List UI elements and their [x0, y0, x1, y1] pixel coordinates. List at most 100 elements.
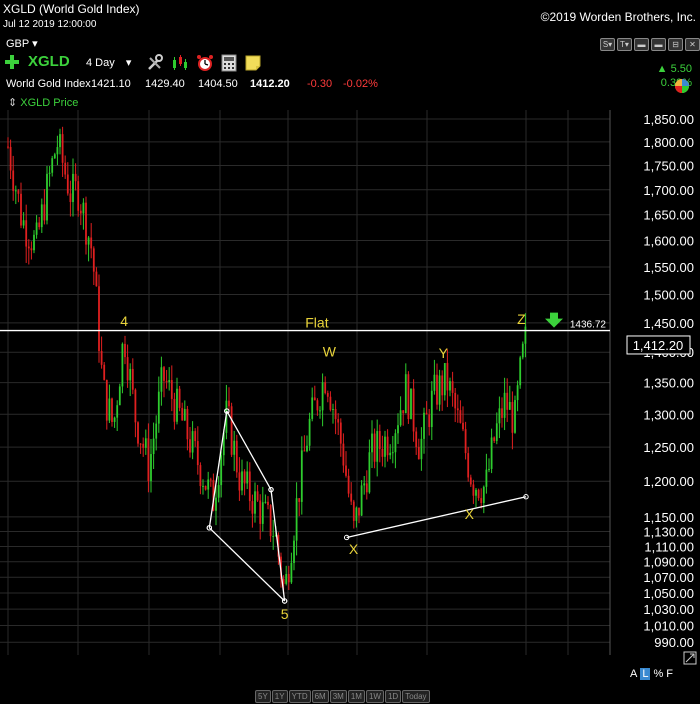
scale-fit-button[interactable]: F — [666, 668, 673, 680]
candle-body — [181, 407, 184, 421]
candle-body — [64, 162, 67, 175]
candle-body — [342, 443, 345, 466]
candle-body — [215, 497, 217, 511]
style-menu-button[interactable]: S▾ — [600, 38, 615, 51]
candle-body — [209, 479, 212, 481]
note-icon[interactable] — [244, 54, 262, 72]
candle-body — [514, 400, 516, 433]
y-tick-label: 1,090.00 — [643, 555, 694, 570]
candle-body — [498, 408, 501, 424]
candle-body — [267, 501, 269, 506]
candle-body — [204, 485, 207, 490]
calculator-icon[interactable] — [220, 54, 238, 72]
flat-label: Flat — [305, 315, 328, 331]
quote-change-pct: -0.02% — [343, 78, 378, 90]
legend-label: XGLD Price — [20, 97, 79, 109]
candle-body — [56, 147, 59, 155]
minimize-icon[interactable]: ▬ — [634, 38, 649, 51]
x-tick-label: 20 — [561, 659, 575, 660]
candle-body — [493, 437, 496, 441]
alarm-clock-icon[interactable] — [196, 54, 214, 72]
candle-body — [412, 388, 415, 432]
chevron-down-icon: ▾ — [125, 57, 132, 69]
candle-body — [12, 170, 15, 191]
y-tick-label: 1,650.00 — [643, 208, 694, 223]
y-tick-label: 1,250.00 — [643, 440, 694, 455]
candle-body — [381, 448, 384, 457]
candle-body — [220, 455, 223, 486]
series-legend[interactable]: ⇕ XGLD Price — [8, 96, 78, 109]
candle-body — [467, 453, 470, 478]
candle-body — [300, 450, 303, 502]
candle-body — [137, 422, 139, 444]
scale-auto-button[interactable]: A — [630, 668, 637, 680]
range-button-ytd[interactable]: YTD — [288, 690, 311, 703]
currency-selector[interactable]: GBP ▾ — [6, 37, 38, 50]
candle-body — [35, 222, 38, 235]
y-tick-label: 1,070.00 — [643, 570, 694, 585]
up-arrow-icon: ▲ — [656, 63, 671, 75]
close-icon[interactable]: ✕ — [685, 38, 700, 51]
range-button-6m[interactable]: 6M — [311, 690, 329, 703]
candle-body — [98, 286, 100, 351]
candle-body — [363, 483, 366, 486]
candle-body — [183, 408, 186, 421]
candle-body — [113, 417, 116, 422]
candle-body — [246, 471, 249, 484]
candle-body — [477, 489, 480, 499]
candle-body — [228, 400, 230, 407]
candle-body — [449, 381, 451, 391]
period-selector[interactable]: 4 Day ▾ — [86, 56, 131, 69]
candle-body — [488, 468, 490, 470]
candle-body — [295, 498, 298, 541]
range-button-1m[interactable]: 1M — [347, 690, 365, 703]
candle-body — [428, 414, 431, 428]
range-button-1y[interactable]: 1Y — [271, 690, 288, 703]
candle-body — [20, 193, 22, 226]
scale-percent-button[interactable]: % — [653, 668, 663, 680]
candle-body — [186, 408, 189, 440]
candle-body — [438, 375, 441, 405]
text-menu-button[interactable]: T▾ — [617, 38, 632, 51]
y-tick-label: 1,150.00 — [643, 510, 694, 525]
candle-body — [118, 386, 121, 406]
range-button-today[interactable]: Today — [402, 690, 430, 703]
add-icon[interactable] — [4, 54, 20, 70]
symbol-field[interactable]: XGLD — [28, 53, 70, 70]
candle-body — [90, 237, 93, 249]
candle-body — [69, 193, 72, 203]
quote-change: -0.30 — [307, 78, 333, 90]
candlestick-icon[interactable] — [171, 54, 189, 72]
chart-datetime: Jul 12 2019 12:00:00 — [3, 19, 97, 30]
range-button-5y[interactable]: 5Y — [255, 690, 271, 703]
expand-icon[interactable] — [683, 651, 697, 665]
candle-body — [316, 400, 319, 411]
candle-body — [451, 381, 454, 393]
candle-body — [48, 172, 51, 174]
tools-icon[interactable] — [146, 54, 164, 72]
candle-body — [373, 433, 376, 462]
range-button-3m[interactable]: 3M — [329, 690, 347, 703]
scale-log-button[interactable]: L — [640, 668, 651, 680]
range-button-1d[interactable]: 1D — [384, 690, 402, 703]
candle-body — [472, 484, 475, 496]
chart-title: XGLD (World Gold Index) — [3, 2, 140, 16]
restore-icon[interactable]: ▬ — [651, 38, 666, 51]
price-chart[interactable]: 1,850.00 1,800.00 1,750.00 1,700.00 1,650.00… — [0, 110, 700, 660]
candle-body — [350, 493, 353, 502]
candle-body — [251, 501, 254, 514]
candle-body — [100, 350, 103, 365]
candle-body — [202, 485, 204, 487]
candle-body — [441, 375, 444, 396]
maximize-icon[interactable]: ⊟ — [668, 38, 683, 51]
down-arrow-icon — [545, 312, 563, 328]
candle-body — [436, 374, 438, 405]
y-tick-label: 1,050.00 — [643, 586, 694, 601]
candle-body — [347, 475, 350, 494]
color-wheel-icon[interactable] — [674, 78, 690, 94]
candle-body — [371, 433, 373, 453]
quote-name: World Gold Index — [6, 78, 91, 90]
range-button-1w[interactable]: 1W — [365, 690, 384, 703]
candle-body — [376, 431, 379, 462]
y-tick-label: 1,130.00 — [643, 525, 694, 540]
